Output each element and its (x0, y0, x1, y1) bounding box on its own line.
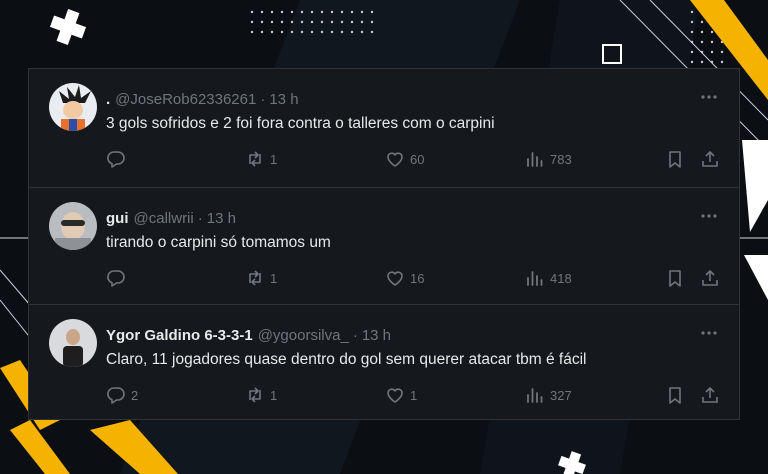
like-icon (387, 271, 403, 286)
like-count: 60 (410, 151, 425, 167)
handle[interactable]: @JoseRob62336261 (115, 91, 256, 108)
views-button[interactable]: 418 (525, 268, 572, 288)
reply-button[interactable] (106, 149, 131, 169)
display-name[interactable]: . (106, 91, 110, 108)
separator: · (260, 90, 266, 108)
share-button[interactable] (700, 268, 720, 288)
views-count: 783 (550, 151, 572, 167)
share-icon (702, 270, 718, 286)
tweet-3[interactable]: Ygor Galdino 6-3-3-1 @ygoorsilva_ · 13 h… (29, 305, 739, 419)
retweet-icon (249, 387, 261, 403)
views-count: 327 (550, 387, 572, 403)
views-button[interactable]: 783 (525, 149, 572, 169)
handle[interactable]: @callwrii (134, 210, 194, 227)
bookmark-icon (669, 270, 681, 287)
timestamp[interactable]: 13 h (207, 210, 236, 227)
retweet-icon (249, 151, 261, 167)
tweet-text: Claro, 11 jogadores quase dentro do gol … (106, 351, 587, 368)
like-button[interactable]: 1 (385, 385, 417, 405)
bookmark-icon (669, 151, 681, 168)
bookmark-button[interactable] (665, 385, 685, 405)
separator: · (352, 326, 358, 344)
reply-count: 2 (131, 387, 139, 403)
views-icon (527, 388, 543, 403)
retweet-button[interactable]: 1 (245, 149, 277, 169)
views-button[interactable]: 327 (525, 385, 572, 405)
like-count: 16 (410, 270, 425, 286)
bookmark-button[interactable] (665, 149, 685, 169)
more-icon[interactable] (699, 87, 719, 107)
avatar[interactable] (49, 202, 97, 250)
tweet-actions: 1 60 783 (29, 149, 739, 169)
reply-button[interactable]: 2 (106, 385, 138, 405)
display-name[interactable]: Ygor Galdino 6-3-3-1 (106, 327, 253, 344)
reply-button[interactable] (106, 268, 131, 288)
replies-card: . @JoseRob62336261 · 13 h 3 gols sofrido… (28, 68, 740, 420)
like-icon (387, 152, 403, 167)
tweet-text: 3 gols sofridos e 2 foi fora contra o ta… (106, 115, 495, 132)
tweet-2[interactable]: gui @callwrii · 13 h tirando o carpini s… (29, 188, 739, 305)
avatar[interactable] (49, 83, 97, 131)
bookmark-icon (669, 387, 681, 404)
share-icon (702, 151, 718, 167)
like-count: 1 (410, 387, 418, 403)
retweet-button[interactable]: 1 (245, 385, 277, 405)
tweet-actions: 1 16 418 (29, 268, 739, 288)
retweet-button[interactable]: 1 (245, 268, 277, 288)
retweet-icon (249, 270, 261, 286)
timestamp[interactable]: 13 h (362, 327, 391, 344)
handle[interactable]: @ygoorsilva_ (258, 327, 349, 344)
tweet-1[interactable]: . @JoseRob62336261 · 13 h 3 gols sofrido… (29, 69, 739, 188)
retweet-count: 1 (270, 151, 278, 167)
retweet-count: 1 (270, 270, 278, 286)
timestamp[interactable]: 13 h (269, 91, 298, 108)
views-icon (527, 271, 543, 286)
share-button[interactable] (700, 149, 720, 169)
bookmark-button[interactable] (665, 268, 685, 288)
tweet-text: tirando o carpini só tomamos um (106, 234, 331, 251)
tweet-actions: 2 1 1 327 (29, 385, 739, 405)
like-icon (387, 388, 403, 403)
like-button[interactable]: 16 (385, 268, 424, 288)
display-name[interactable]: gui (106, 210, 129, 227)
avatar[interactable] (49, 319, 97, 367)
retweet-count: 1 (270, 387, 278, 403)
separator: · (197, 209, 203, 227)
reply-icon (107, 270, 125, 287)
like-button[interactable]: 60 (385, 149, 424, 169)
more-icon[interactable] (699, 323, 719, 343)
share-button[interactable] (700, 385, 720, 405)
reply-icon (107, 387, 125, 404)
views-icon (527, 152, 543, 167)
share-icon (702, 387, 718, 403)
more-icon[interactable] (699, 206, 719, 226)
reply-icon (107, 151, 125, 168)
views-count: 418 (550, 270, 572, 286)
